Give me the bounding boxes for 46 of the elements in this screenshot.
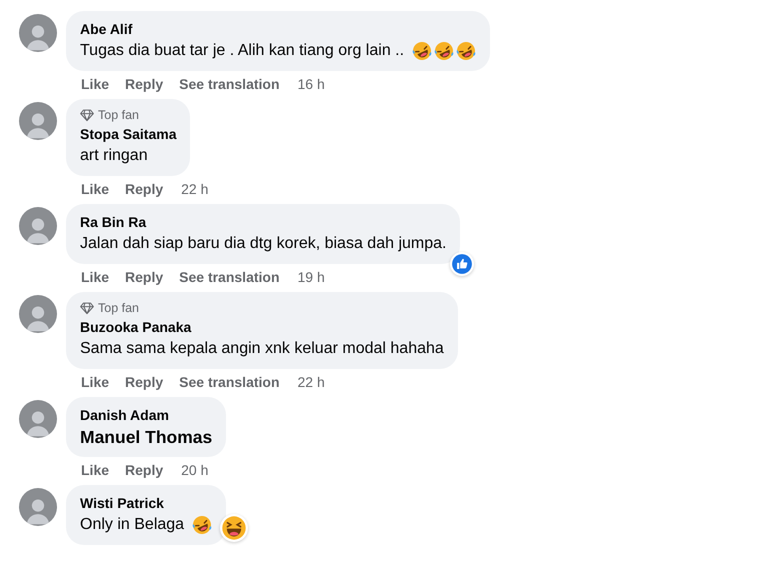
action-link[interactable]: Like xyxy=(81,180,110,198)
laughing-tears-emoji-icon xyxy=(192,515,212,535)
mention-link[interactable]: Manuel Thomas xyxy=(80,426,212,448)
avatar[interactable] xyxy=(19,295,57,333)
author-name[interactable]: Stopa Saitama xyxy=(80,125,176,143)
timestamp[interactable]: 20 h xyxy=(181,461,208,479)
avatar[interactable] xyxy=(19,14,57,52)
action-link[interactable]: Reply xyxy=(125,461,164,479)
laughing-reaction-icon[interactable] xyxy=(220,514,248,542)
comment-text: art ringan xyxy=(80,146,148,166)
comment-text: Tugas dia buat tar je . Alih kan tiang org lain .. xyxy=(80,41,404,61)
action-link[interactable]: Reply xyxy=(125,75,164,93)
timestamp[interactable]: 16 h xyxy=(298,75,325,93)
top-fan-label: Top fan xyxy=(98,108,140,122)
avatar[interactable] xyxy=(19,102,57,140)
action-link[interactable]: Reply xyxy=(125,268,164,286)
author-name[interactable]: Buzooka Panaka xyxy=(80,318,192,336)
action-link[interactable]: Reply xyxy=(125,373,164,391)
top-fan-label: Top fan xyxy=(98,301,140,315)
diamond-icon xyxy=(80,301,94,315)
action-link[interactable]: Like xyxy=(81,75,110,93)
timestamp[interactable]: 22 h xyxy=(181,180,208,198)
avatar[interactable] xyxy=(19,207,57,245)
action-link[interactable]: See translation xyxy=(179,268,280,286)
laughing-tears-emoji-icon xyxy=(412,41,432,61)
action-link[interactable]: See translation xyxy=(179,373,280,391)
comment-text: Jalan dah siap baru dia dtg korek, biasa dah jumpa. xyxy=(80,234,446,254)
author-name[interactable]: Abe Alif xyxy=(80,20,132,38)
laughing-tears-emoji-icon xyxy=(456,41,476,61)
action-link[interactable]: Like xyxy=(81,461,110,479)
laughing-tears-emoji-icon xyxy=(434,41,454,61)
action-link[interactable]: See translation xyxy=(179,75,280,93)
thumbs-up-reaction-icon[interactable] xyxy=(450,252,474,276)
author-name[interactable]: Ra Bin Ra xyxy=(80,213,146,231)
timestamp[interactable]: 22 h xyxy=(298,373,325,391)
action-link[interactable]: Like xyxy=(81,373,110,391)
avatar[interactable] xyxy=(19,488,57,526)
author-name[interactable]: Danish Adam xyxy=(80,406,169,424)
action-link[interactable]: Like xyxy=(81,268,110,286)
diamond-icon xyxy=(80,108,94,122)
comment-text: Sama sama kepala angin xnk keluar modal hahaha xyxy=(80,339,444,359)
comment-text: Only in Belaga xyxy=(80,515,184,535)
avatar[interactable] xyxy=(19,400,57,438)
action-link[interactable]: Reply xyxy=(125,180,164,198)
timestamp[interactable]: 19 h xyxy=(298,268,325,286)
author-name[interactable]: Wisti Patrick xyxy=(80,494,164,512)
